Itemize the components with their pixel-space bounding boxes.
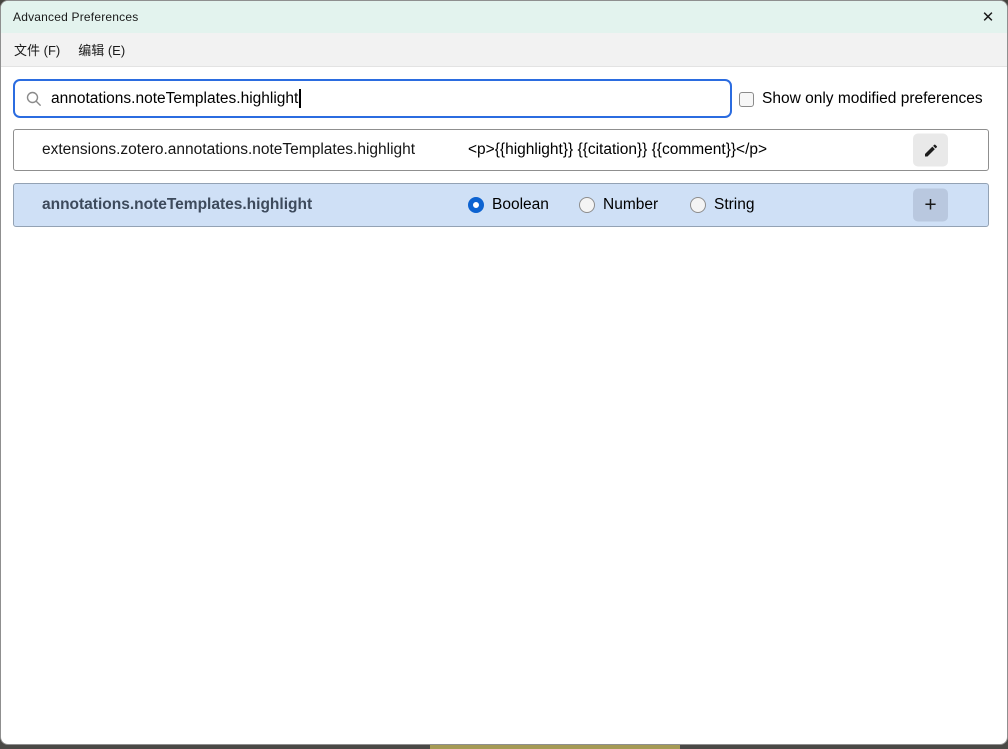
search-icon: [26, 91, 41, 106]
pencil-icon: [924, 143, 937, 156]
radio-label: Boolean: [492, 196, 549, 213]
radio-label: String: [714, 196, 755, 213]
type-option-boolean[interactable]: Boolean: [468, 196, 549, 214]
title-bar[interactable]: Advanced Preferences: [1, 1, 1007, 33]
text-cursor: [299, 89, 301, 108]
search-input[interactable]: annotations.noteTemplates.highlight: [13, 79, 732, 118]
edit-button[interactable]: [913, 133, 948, 167]
new-pref-name: annotations.noteTemplates.highlight: [42, 196, 313, 213]
radio-string: [690, 197, 706, 213]
type-option-number[interactable]: Number: [579, 196, 658, 214]
search-input-value: annotations.noteTemplates.highlight: [51, 89, 299, 107]
radio-number: [579, 197, 595, 213]
advanced-preferences-window: Advanced Preferences ✕ 文件 (F) 编辑 (E) ann…: [0, 0, 1008, 745]
pref-row-new[interactable]: annotations.noteTemplates.highlight Bool…: [13, 183, 989, 227]
radio-label: Number: [603, 196, 659, 213]
plus-icon: +: [924, 193, 937, 216]
menu-bar: 文件 (F) 编辑 (E): [1, 33, 1007, 67]
add-button[interactable]: +: [913, 188, 948, 222]
pref-value: <p>{{highlight}} {{citation}} {{comment}…: [468, 141, 768, 158]
pref-row-existing[interactable]: extensions.zotero.annotations.noteTempla…: [13, 129, 989, 171]
window-title: Advanced Preferences: [13, 10, 139, 24]
menu-edit[interactable]: 编辑 (E): [69, 35, 134, 64]
close-icon: ✕: [981, 9, 995, 26]
show-only-modified-control: Show only modified preferences: [739, 80, 983, 118]
pref-name: extensions.zotero.annotations.noteTempla…: [42, 141, 416, 158]
type-option-string[interactable]: String: [690, 196, 755, 214]
show-only-modified-label[interactable]: Show only modified preferences: [762, 90, 983, 108]
radio-boolean: [468, 197, 484, 213]
menu-file[interactable]: 文件 (F): [5, 35, 69, 64]
show-only-modified-checkbox[interactable]: [739, 91, 754, 107]
close-button[interactable]: ✕: [975, 5, 1001, 29]
